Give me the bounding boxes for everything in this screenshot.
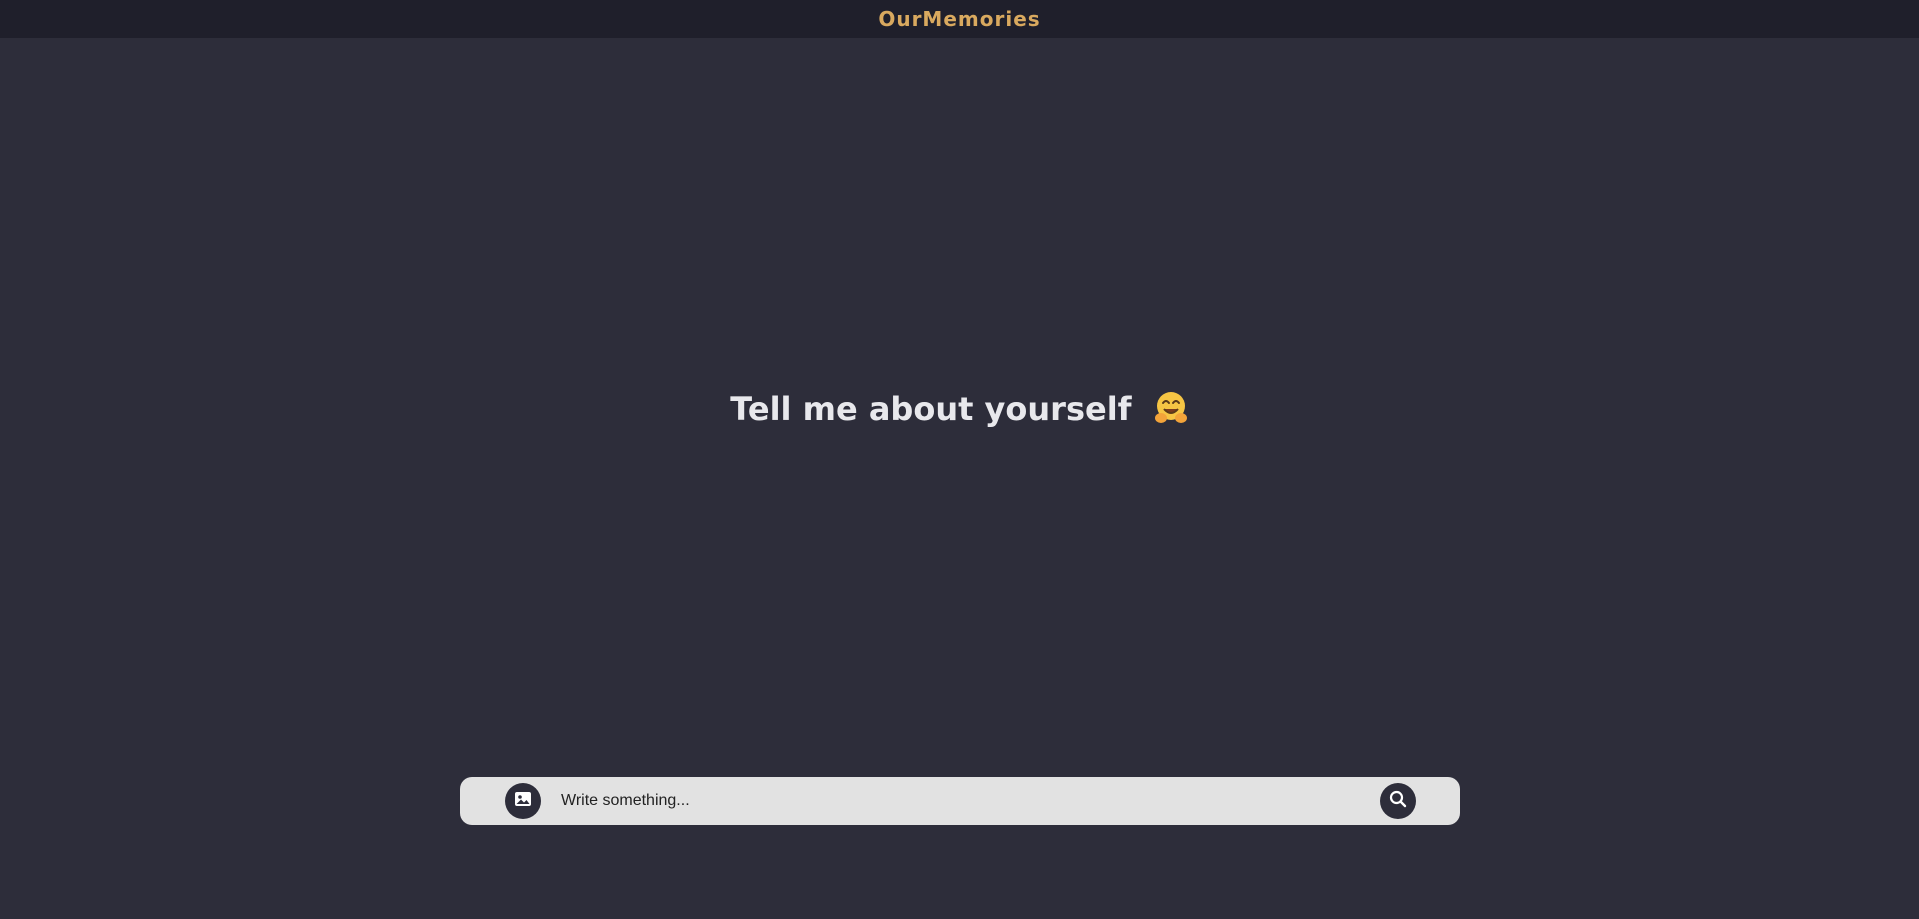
message-input[interactable] (561, 783, 1360, 819)
search-button[interactable] (1380, 783, 1416, 819)
app-brand[interactable]: OurMemories (878, 7, 1040, 31)
image-upload-button[interactable] (505, 783, 541, 819)
search-icon (1388, 789, 1408, 813)
main-area: Tell me about yourself (0, 38, 1919, 919)
prompt-text: Tell me about yourself (730, 390, 1132, 428)
prompt-heading: Tell me about yourself (0, 390, 1919, 428)
image-icon (513, 789, 533, 813)
message-composer (460, 777, 1460, 825)
top-bar: OurMemories (0, 0, 1919, 38)
hugging-face-emoji-icon (1153, 390, 1189, 426)
